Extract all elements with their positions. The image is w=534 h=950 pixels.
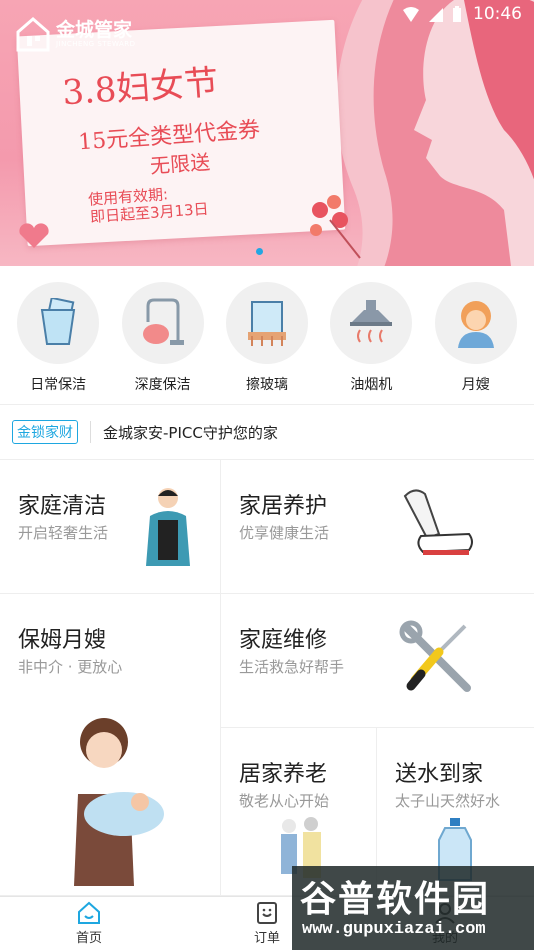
notice-badge: 金锁家财 (12, 420, 78, 444)
tile-subtitle: 敬老从心开始 (239, 792, 330, 810)
tile-subtitle: 非中介 · 更放心 (18, 658, 123, 676)
category-label: 月嫂 (461, 377, 490, 393)
battery-icon (453, 6, 461, 22)
house-logo-icon (16, 17, 50, 52)
tools-wrench-screwdriver-image (399, 620, 471, 692)
category-window-cleaning[interactable]: 擦玻璃 (221, 276, 313, 402)
vacuum-cleaner-icon (121, 282, 204, 364)
tile-title: 保姆月嫂 (18, 628, 107, 653)
glass-cup-icon (17, 282, 100, 364)
heart-decoration-icon (19, 223, 49, 248)
category-deep-cleaning[interactable]: 深度保洁 (117, 276, 209, 402)
service-repair[interactable]: 家庭维修 生活救急好帮手 (221, 594, 534, 728)
nanny-with-baby-image (64, 718, 164, 886)
status-time: 10:46 (473, 4, 522, 24)
service-home-cleaning[interactable]: 家庭清洁 开启轻奢生活 (0, 460, 221, 594)
app-screen: 10:46 金城管家 JINCHENG STEWARD 3.8妇女节 15元全类… (0, 0, 534, 950)
status-icons (402, 6, 462, 23)
tile-subtitle: 开启轻奢生活 (18, 524, 109, 542)
tile-subtitle: 生活救急好帮手 (239, 658, 345, 676)
watermark-title: 谷普软件园 (300, 879, 491, 920)
category-label: 擦玻璃 (245, 377, 288, 393)
category-postpartum-nanny[interactable]: 月嫂 (430, 276, 522, 402)
banner-offer-sub: 无限送 (149, 149, 211, 179)
window-icon (225, 282, 308, 364)
brand-logo: 金城管家 JINCHENG STEWARD (14, 16, 136, 52)
category-daily-cleaning[interactable]: 日常保洁 (12, 276, 104, 402)
tile-subtitle: 优享健康生活 (239, 524, 330, 542)
mite-remover-image (403, 489, 473, 555)
home-icon (78, 901, 100, 924)
tab-label: 订单 (253, 931, 280, 946)
nanny-avatar-icon (434, 282, 517, 364)
watermark-url: www.gupuxiazai.com (302, 920, 486, 939)
order-icon (257, 902, 277, 924)
category-row: 日常保洁 深度保洁 擦玻璃 油烟机 月嫂 (0, 276, 534, 402)
tile-title: 家居养护 (239, 494, 328, 519)
category-label: 油烟机 (350, 377, 393, 393)
category-label: 日常保洁 (30, 377, 87, 393)
notice-divider (90, 421, 91, 443)
service-nanny[interactable]: 保姆月嫂 非中介 · 更放心 (0, 594, 221, 896)
category-label: 深度保洁 (134, 377, 191, 393)
flower-decoration-icon (310, 195, 361, 259)
service-home-care[interactable]: 家居养护 优享健康生活 (221, 460, 534, 594)
wifi-icon (403, 6, 419, 22)
tile-title: 送水到家 (395, 762, 484, 787)
tile-title: 家庭清洁 (18, 494, 107, 519)
notice-text: 金城家安-PICC守护您的家 (103, 423, 278, 442)
tile-subtitle: 太子山天然好水 (395, 792, 501, 810)
service-grid: 家庭清洁 开启轻奢生活 家居养护 优享健康生活 保姆月嫂 非中介 · 更放心 家… (0, 460, 534, 896)
category-range-hood[interactable]: 油烟机 (325, 276, 417, 402)
carousel-indicator[interactable] (256, 248, 263, 255)
range-hood-icon (330, 282, 413, 364)
tab-label: 首页 (75, 931, 102, 946)
cleaner-worker-image (146, 488, 190, 566)
signal-icon (429, 7, 443, 22)
logo-text: 金城管家 (56, 18, 133, 41)
tile-title: 家庭维修 (239, 628, 328, 653)
promo-banner[interactable]: 10:46 金城管家 JINCHENG STEWARD 3.8妇女节 15元全类… (0, 0, 534, 266)
notice-bar[interactable]: 金锁家财 金城家安-PICC守护您的家 (0, 404, 534, 460)
tile-title: 居家养老 (239, 762, 328, 787)
logo-subtext: JINCHENG STEWARD (56, 39, 136, 48)
tab-home[interactable]: 首页 (0, 897, 178, 950)
site-watermark: 谷普软件园 www.gupuxiazai.com (292, 866, 534, 950)
